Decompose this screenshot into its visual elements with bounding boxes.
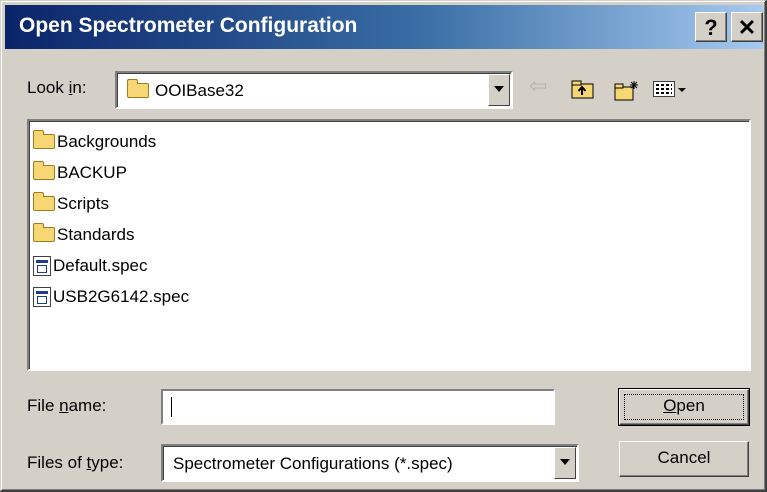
folder-icon — [127, 79, 149, 99]
files-of-type-label: Files of type: — [27, 453, 124, 472]
back-arrow-icon[interactable]: ⇦ — [529, 73, 547, 99]
file-name-label: File name: — [27, 396, 107, 415]
view-menu-caret-icon[interactable] — [678, 88, 686, 92]
file-list[interactable]: Backgrounds BACKUP Scripts Standards Def… — [27, 119, 751, 371]
open-button[interactable]: Open — [618, 388, 750, 426]
close-button[interactable]: ✕ — [731, 12, 763, 42]
list-item[interactable]: Scripts — [33, 192, 109, 219]
new-folder-icon[interactable] — [614, 80, 640, 107]
look-in-label: Look in: — [27, 78, 87, 97]
folder-icon — [33, 192, 55, 212]
list-item[interactable]: Backgrounds — [33, 130, 156, 157]
text-caret — [171, 397, 172, 417]
focus-rectangle — [624, 394, 744, 420]
spec-file-icon — [33, 286, 51, 307]
window-title: Open Spectrometer Configuration — [19, 14, 358, 37]
up-one-level-icon[interactable] — [571, 80, 594, 99]
list-item[interactable]: Default.spec — [33, 255, 148, 281]
files-of-type-value: Spectrometer Configurations (*.spec) — [173, 454, 453, 473]
title-bar[interactable]: Open Spectrometer Configuration ? ✕ — [5, 5, 763, 49]
help-button[interactable]: ? — [695, 12, 727, 42]
look-in-dropdown[interactable]: OOIBase32 — [115, 71, 513, 109]
folder-icon — [33, 161, 55, 181]
folder-icon — [33, 130, 55, 150]
files-of-type-dropdown[interactable]: Spectrometer Configurations (*.spec) — [161, 444, 579, 482]
open-dialog: Open Spectrometer Configuration ? ✕ Look… — [0, 0, 767, 492]
spec-file-icon — [33, 255, 51, 276]
list-item[interactable]: Standards — [33, 223, 135, 250]
view-menu-icon[interactable] — [653, 81, 675, 97]
chevron-down-icon[interactable] — [554, 447, 576, 479]
cancel-button[interactable]: Cancel — [619, 441, 749, 477]
folder-icon — [33, 223, 55, 243]
list-item[interactable]: BACKUP — [33, 161, 127, 188]
look-in-value: OOIBase32 — [127, 79, 244, 101]
file-name-input[interactable] — [161, 389, 555, 425]
list-item[interactable]: USB2G6142.spec — [33, 286, 189, 312]
chevron-down-icon[interactable] — [488, 74, 510, 106]
